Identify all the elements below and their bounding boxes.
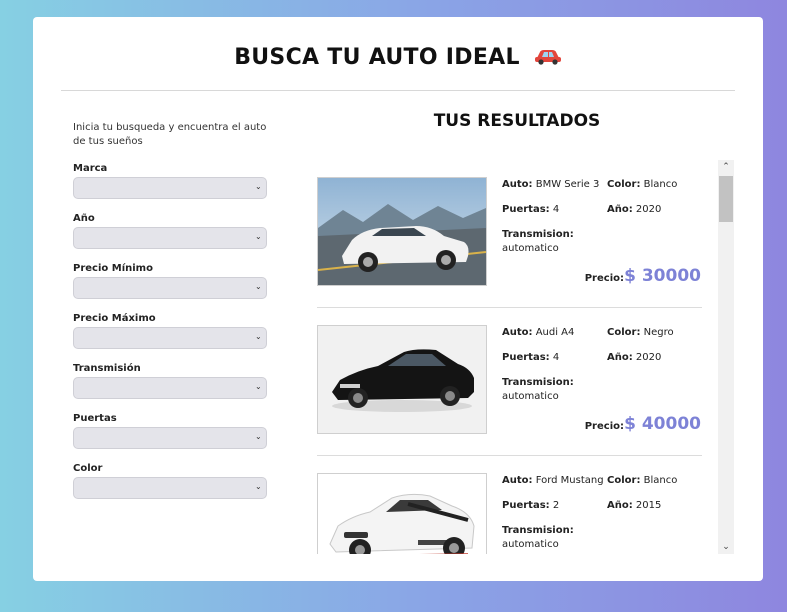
chevron-down-icon: ⌄ (255, 232, 262, 241)
price-value: $ 30000 (624, 266, 701, 286)
page-title: BUSCA TU AUTO IDEAL (33, 45, 763, 71)
auto-field: Auto: Ford Mustang (502, 475, 604, 486)
auto-field: Auto: BMW Serie 3 (502, 179, 600, 190)
anio-field: Año: 2015 (607, 500, 662, 511)
marca-select[interactable]: ⌄ (73, 177, 267, 199)
puertas-field: Puertas: 2 (502, 500, 560, 511)
transmision-label: Transmisión (73, 363, 141, 374)
scrollbar-thumb[interactable] (719, 176, 733, 222)
car-image (317, 177, 487, 286)
filter-sidebar: Inicia tu busqueda y encuentra el auto d… (73, 121, 269, 499)
chevron-down-icon: ⌄ (255, 382, 262, 391)
precio-maximo-select[interactable]: ⌄ (73, 327, 267, 349)
chevron-down-icon: ⌄ (255, 182, 262, 191)
transmision-select[interactable]: ⌄ (73, 377, 267, 399)
scroll-down-icon[interactable]: ⌄ (718, 540, 734, 554)
car-image (317, 325, 487, 434)
main-card: BUSCA TU AUTO IDEAL Inicia tu busqueda y… (33, 17, 763, 581)
anio-select[interactable]: ⌄ (73, 227, 267, 249)
intro-text: Inicia tu busqueda y encuentra el auto d… (73, 122, 267, 147)
color-field: Color: Blanco (607, 475, 678, 486)
results-scrollbar[interactable]: ⌃ ⌄ (718, 160, 734, 554)
car-image (317, 473, 487, 554)
color-field: Color: Negro (607, 327, 674, 338)
chevron-down-icon: ⌄ (255, 282, 262, 291)
anio-label: Año (73, 213, 95, 224)
price-label: Precio: (584, 421, 624, 432)
header-divider (61, 90, 735, 91)
puertas-field: Puertas: 4 (502, 204, 560, 215)
transmision-field: Transmision: automatico (502, 525, 574, 550)
anio-field: Año: 2020 (607, 352, 662, 363)
color-label: Color (73, 463, 103, 474)
result-item: Auto: Audi A4 Color: Negro Puertas: 4 Añ… (317, 308, 702, 456)
anio-field: Año: 2020 (607, 204, 662, 215)
marca-label: Marca (73, 163, 108, 174)
precio-minimo-select[interactable]: ⌄ (73, 277, 267, 299)
page-title-text: BUSCA TU AUTO IDEAL (234, 45, 520, 70)
results-list[interactable]: Auto: BMW Serie 3 Color: Blanco Puertas:… (317, 160, 702, 554)
auto-field: Auto: Audi A4 (502, 327, 575, 338)
puertas-select[interactable]: ⌄ (73, 427, 267, 449)
scroll-up-icon[interactable]: ⌃ (718, 160, 734, 174)
result-item: Auto: Ford Mustang Color: Blanco Puertas… (317, 456, 702, 554)
chevron-down-icon: ⌄ (255, 332, 262, 341)
puertas-field: Puertas: 4 (502, 352, 560, 363)
color-field: Color: Blanco (607, 179, 678, 190)
chevron-down-icon: ⌄ (255, 482, 262, 491)
car-icon (534, 46, 562, 71)
chevron-down-icon: ⌄ (255, 432, 262, 441)
transmision-field: Transmision: automatico (502, 229, 574, 254)
results-title: TUS RESULTADOS (433, 111, 601, 131)
price-value: $ 40000 (624, 414, 701, 434)
transmision-field: Transmision: automatico (502, 377, 574, 402)
color-select[interactable]: ⌄ (73, 477, 267, 499)
precio-minimo-label: Precio Mínimo (73, 263, 153, 274)
result-item: Auto: BMW Serie 3 Color: Blanco Puertas:… (317, 160, 702, 308)
puertas-label: Puertas (73, 413, 117, 424)
precio-maximo-label: Precio Máximo (73, 313, 156, 324)
price-label: Precio: (584, 273, 624, 284)
